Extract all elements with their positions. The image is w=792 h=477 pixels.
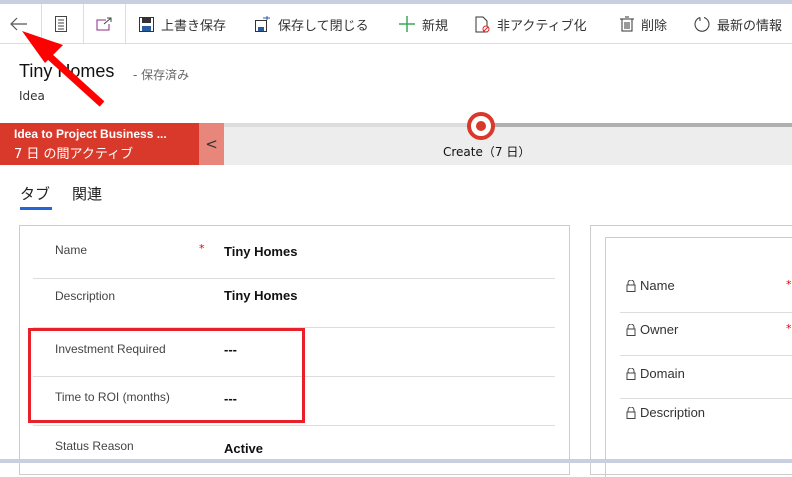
save-close-icon xyxy=(255,16,270,32)
field-label-status-reason: Status Reason xyxy=(55,439,134,453)
process-duration: 7 日 の間アクティブ xyxy=(14,147,134,162)
side-field-owner[interactable]: Owner xyxy=(626,322,678,337)
lock-icon xyxy=(626,406,636,419)
lock-icon xyxy=(626,279,636,292)
lock-icon xyxy=(626,323,636,336)
process-flyout[interactable]: Idea to Project Business ... 7 日 の間アクティブ xyxy=(0,123,199,165)
horizontal-scrollbar[interactable] xyxy=(0,459,792,463)
required-indicator: * xyxy=(786,322,792,335)
trash-icon xyxy=(620,16,634,32)
save-and-close-button[interactable]: 保存して閉じる xyxy=(255,4,369,44)
process-name: Idea to Project Business ... xyxy=(14,127,167,141)
stage-track-remaining xyxy=(490,123,792,127)
deactivate-icon xyxy=(475,16,490,32)
refresh-button[interactable]: 最新の情報 xyxy=(694,4,782,44)
stage-active-icon[interactable] xyxy=(467,112,495,140)
form-icon xyxy=(55,16,67,32)
open-new-window-button[interactable] xyxy=(96,4,119,44)
command-bar: 上書き保存 保存して閉じる 新規 非アクティブ化 削除 最新の情報 xyxy=(0,4,792,44)
entity-name: Idea xyxy=(19,89,45,103)
form-selector-button[interactable] xyxy=(55,4,74,44)
save-button[interactable]: 上書き保存 xyxy=(139,4,226,44)
save-icon xyxy=(139,16,154,32)
save-status: - 保存済み xyxy=(133,68,190,82)
tab-related[interactable]: 関連 xyxy=(72,183,102,204)
required-indicator: * xyxy=(786,278,792,291)
back-button[interactable] xyxy=(10,4,35,44)
field-value-description[interactable]: Tiny Homes xyxy=(224,288,297,303)
field-value-name[interactable]: Tiny Homes xyxy=(224,244,297,259)
tab-main[interactable]: タブ xyxy=(20,183,50,204)
stage-track xyxy=(224,123,490,127)
record-title: Tiny Homes xyxy=(19,61,115,81)
side-field-label: Description xyxy=(640,405,706,420)
field-value-status-reason[interactable]: Active xyxy=(224,441,263,456)
lock-icon xyxy=(626,367,636,380)
highlight-box xyxy=(28,328,305,423)
field-label-description: Description xyxy=(55,289,116,303)
new-button[interactable]: 新規 xyxy=(399,4,448,44)
stage-create-label[interactable]: Create（7 日） xyxy=(443,143,530,160)
active-tab-indicator xyxy=(20,207,52,210)
required-indicator: * xyxy=(199,242,205,255)
plus-icon xyxy=(399,16,415,32)
side-field-label: Domain xyxy=(640,366,685,381)
side-inner-panel xyxy=(605,237,792,477)
side-field-label: Name xyxy=(640,278,675,293)
field-label-name: Name xyxy=(55,243,88,257)
popout-icon xyxy=(96,17,112,31)
deactivate-button[interactable]: 非アクティブ化 xyxy=(475,4,587,44)
refresh-icon xyxy=(694,17,710,32)
delete-button[interactable]: 削除 xyxy=(620,4,667,44)
back-arrow-icon xyxy=(10,17,27,31)
collapse-process-button[interactable]: < xyxy=(199,123,224,165)
side-field-description[interactable]: Description xyxy=(626,405,705,420)
side-field-name[interactable]: Name xyxy=(626,278,675,293)
side-field-domain[interactable]: Domain xyxy=(626,366,685,381)
side-field-label: Owner xyxy=(640,322,679,337)
